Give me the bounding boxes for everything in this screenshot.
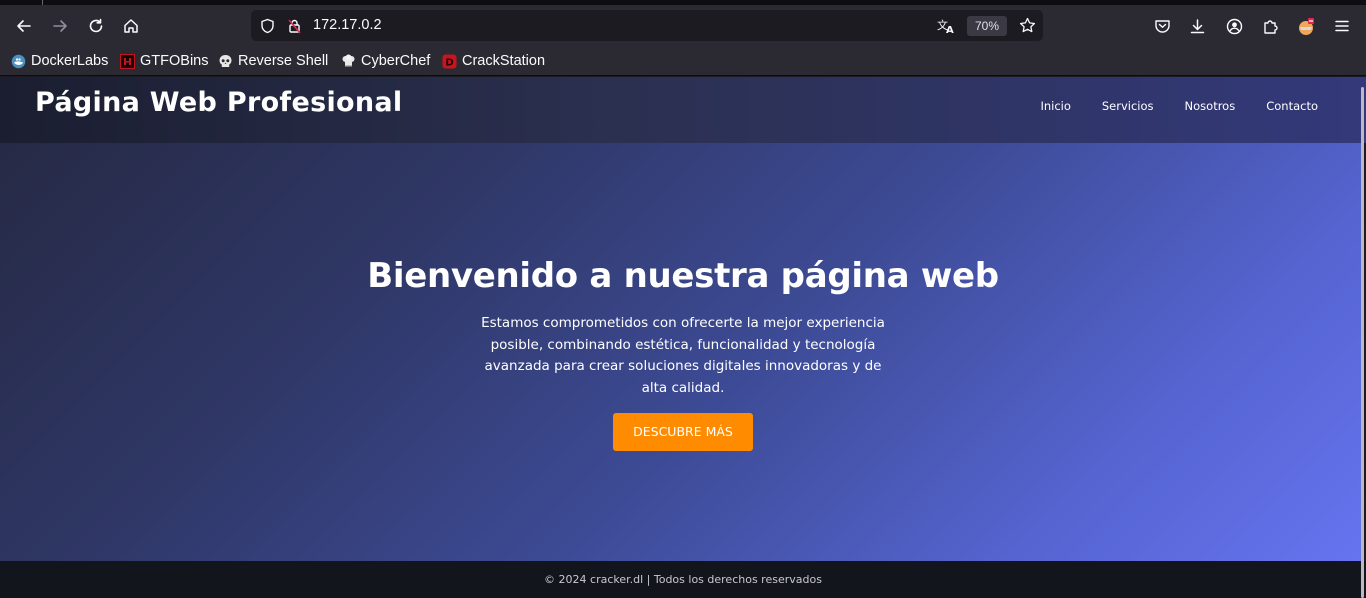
bookmark-reverse-shell[interactable]: Reverse Shell [218,46,328,76]
url-text[interactable]: 172.17.0.2 [313,10,382,41]
reload-button[interactable] [81,11,111,41]
extensions-button[interactable] [1255,11,1285,41]
home-icon [124,19,138,33]
page-viewport: Página Web Profesional Inicio Servicios … [0,77,1366,598]
site-title: Página Web Profesional [35,87,403,118]
svg-text:A: A [946,25,954,34]
puzzle-icon [1263,19,1278,34]
bookmark-gtfobins[interactable]: GTFOBins [120,46,208,76]
menu-button[interactable] [1327,11,1357,41]
hero-section: Bienvenido a nuestra página web Estamos … [0,143,1363,561]
chef-icon [341,54,356,69]
pocket-icon [1154,20,1170,33]
profile-button[interactable] [1291,11,1321,41]
bookmark-label: Reverse Shell [238,53,329,69]
bookmark-label: DockerLabs [31,53,109,69]
profile-avatar-icon [1299,18,1314,35]
back-button[interactable] [9,11,39,41]
translate-icon[interactable]: 文A [935,10,957,41]
arrow-left-icon [17,20,31,32]
site-header: Página Web Profesional Inicio Servicios … [0,77,1366,143]
bookmark-crackstation[interactable]: D CrackStation [442,46,545,76]
star-icon[interactable] [1016,10,1038,41]
shield-icon[interactable] [257,10,277,41]
hamburger-menu-icon [1335,20,1349,32]
downloads-button[interactable] [1182,11,1212,41]
bookmark-dockerlabs[interactable]: DockerLabs [11,46,108,76]
footer-text: © 2024 cracker.dl | Todos los derechos r… [544,573,822,586]
page-scrollbar[interactable] [1361,87,1364,598]
site-footer: © 2024 cracker.dl | Todos los derechos r… [0,561,1366,598]
forward-button[interactable] [45,11,75,41]
bookmark-cyberchef[interactable]: CyberChef [341,46,430,76]
arrow-right-icon [53,20,67,32]
zoom-level[interactable]: 70% [967,16,1007,36]
download-icon [1190,18,1204,33]
bookmarks-toolbar: DockerLabs GTFOBins Reverse Shell CyberC… [0,46,1366,76]
discover-more-button[interactable]: DESCUBRE MÁS [613,413,753,451]
bookmark-label: CyberChef [361,53,431,69]
home-button[interactable] [116,11,146,41]
gtfobins-icon [120,53,135,69]
lock-insecure-icon[interactable] [284,10,304,41]
nav-link-nosotros[interactable]: Nosotros [1185,99,1236,113]
hero-text: Estamos comprometidos con ofrecerte la m… [481,315,885,396]
url-bar[interactable]: 172.17.0.2 文A 70% [251,10,1043,41]
crackstation-icon: D [442,54,457,69]
account-icon [1226,18,1242,34]
bookmark-label: CrackStation [462,53,546,69]
pocket-button[interactable] [1147,11,1177,41]
reload-icon [89,18,103,33]
nav-link-contacto[interactable]: Contacto [1266,99,1318,113]
browser-toolbar: 172.17.0.2 文A 70% [0,5,1366,46]
svg-text:D: D [445,57,453,68]
bookmark-label: GTFOBins [140,53,209,69]
nav-link-inicio[interactable]: Inicio [1040,99,1070,113]
account-button[interactable] [1219,11,1249,41]
hero-heading: Bienvenido a nuestra página web [367,256,999,296]
nav-link-servicios[interactable]: Servicios [1102,99,1154,113]
main-nav: Inicio Servicios Nosotros Contacto [1040,77,1318,135]
dockerlabs-icon [11,54,26,69]
skull-icon [218,54,233,69]
